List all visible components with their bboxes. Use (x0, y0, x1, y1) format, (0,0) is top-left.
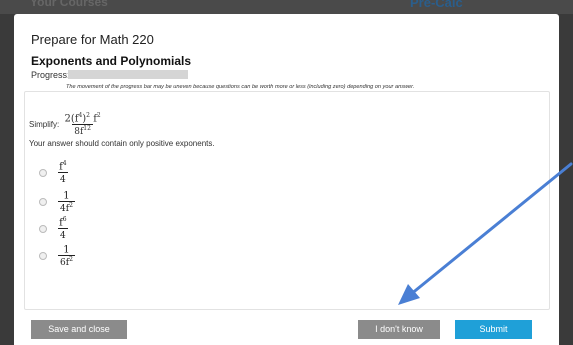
annotation-arrow-icon (398, 162, 573, 305)
